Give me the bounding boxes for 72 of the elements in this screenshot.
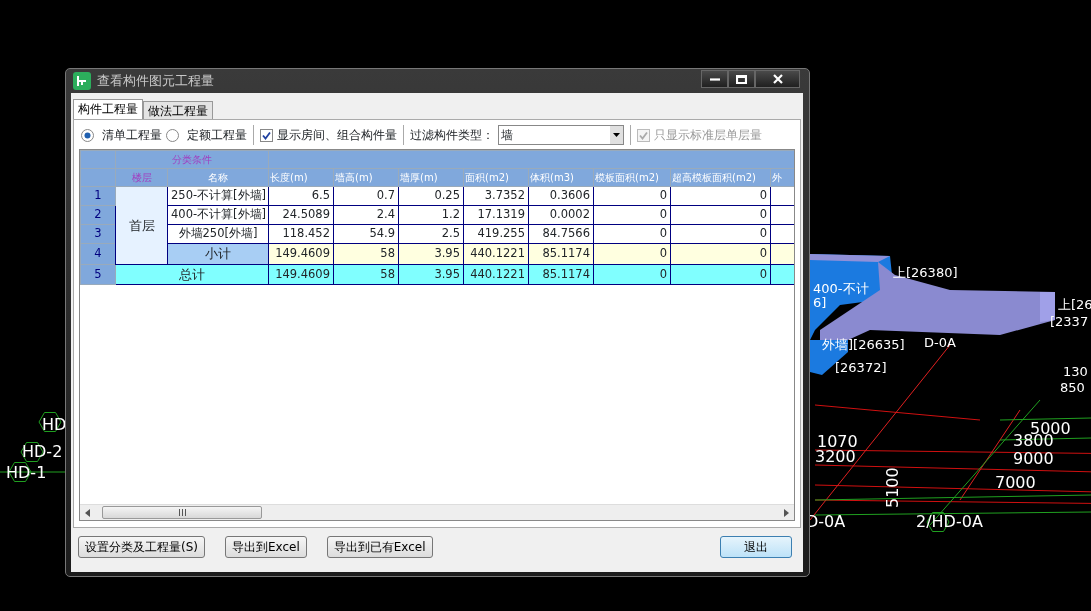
axis-label: 7000 bbox=[995, 473, 1036, 492]
axis-label: 130 bbox=[1063, 364, 1088, 379]
checkbox[interactable] bbox=[260, 128, 273, 142]
dialog-button[interactable]: 退出 bbox=[720, 536, 792, 558]
dialog-button[interactable]: 导出到Excel bbox=[225, 536, 307, 558]
axis-label: [26372] bbox=[835, 360, 887, 375]
axis-label: HD-2 bbox=[22, 442, 63, 461]
table-cell: 2.4 bbox=[333, 205, 399, 225]
grip-icon[interactable] bbox=[177, 509, 187, 516]
table-cell: 0 bbox=[670, 205, 771, 225]
axis-label: 400-不计 bbox=[813, 281, 869, 296]
table-cell: 118.452 bbox=[268, 224, 334, 244]
app-icon bbox=[73, 72, 91, 90]
tab[interactable]: 构件工程量 bbox=[73, 99, 143, 119]
table-cell: 1.2 bbox=[398, 205, 464, 225]
filter-label: 过滤构件类型： bbox=[410, 127, 494, 144]
checkbox-label: 显示房间、组合构件量 bbox=[277, 127, 397, 144]
table-cell: 0 bbox=[593, 186, 671, 206]
maximize-button[interactable] bbox=[728, 70, 755, 88]
table-cell: 0 bbox=[593, 224, 671, 244]
table-cell: 0 bbox=[593, 205, 671, 225]
table-cell: 0.0002 bbox=[528, 205, 594, 225]
minimize-button[interactable] bbox=[701, 70, 728, 88]
radio-label: 清单工程量 bbox=[102, 127, 162, 144]
tab[interactable]: 做法工程量 bbox=[143, 101, 213, 119]
table-cell: 400-不计算[外墙] bbox=[167, 205, 269, 225]
axis-label: HD-1 bbox=[6, 463, 47, 482]
table-cell: 首层 bbox=[115, 186, 168, 264]
window-title: 查看构件图元工程量 bbox=[97, 72, 214, 91]
dialog-button[interactable]: 导出到已有Excel bbox=[326, 536, 433, 558]
axis-label: 6] bbox=[813, 295, 827, 310]
axis-label: D-0A bbox=[924, 335, 956, 350]
table-cell: 17.1319 bbox=[463, 205, 529, 225]
table-cell: 6.5 bbox=[268, 186, 334, 206]
axis-label: 外墙][26635] bbox=[822, 337, 905, 352]
axis-label: 上[26380] bbox=[893, 265, 958, 280]
table-cell: 54.9 bbox=[333, 224, 399, 244]
table-cell: 3.7352 bbox=[463, 186, 529, 206]
table-cell: 0.7 bbox=[333, 186, 399, 206]
table-cell: 84.7566 bbox=[528, 224, 594, 244]
minimize-icon bbox=[709, 77, 720, 81]
table-cell: 0.25 bbox=[398, 186, 464, 206]
axis-label: 上[26 bbox=[1058, 297, 1091, 312]
radio-button[interactable] bbox=[81, 128, 94, 142]
scroll-left-icon[interactable] bbox=[84, 507, 92, 518]
radio-button[interactable] bbox=[166, 128, 179, 142]
table-cell: 0 bbox=[670, 224, 771, 244]
table-cell: 0.3606 bbox=[528, 186, 594, 206]
scroll-right-icon[interactable] bbox=[782, 507, 790, 518]
maximize-icon bbox=[736, 74, 747, 84]
table-cell: 24.5089 bbox=[268, 205, 334, 225]
axis-label: 2/HD-0A bbox=[916, 512, 983, 531]
row-number: 5 bbox=[80, 264, 116, 285]
axis-label: 850 bbox=[1060, 380, 1085, 395]
table-cell: 外墙250[外墙] bbox=[167, 224, 269, 244]
radio-label: 定额工程量 bbox=[187, 127, 247, 144]
table-cell: 250-不计算[外墙] bbox=[167, 186, 269, 206]
close-icon bbox=[772, 74, 783, 84]
table-cell: 419.255 bbox=[463, 224, 529, 244]
table-cell: 2.5 bbox=[398, 224, 464, 244]
dialog-button[interactable]: 设置分类及工程量(S) bbox=[78, 536, 205, 558]
filter-dropdown[interactable]: 墙 bbox=[498, 125, 624, 145]
axis-label: [2337 bbox=[1050, 314, 1089, 329]
table-cell: 0 bbox=[670, 186, 771, 206]
column-header: 分类条件 bbox=[115, 150, 269, 169]
horizontal-scrollbar[interactable] bbox=[80, 504, 794, 520]
axis-label: 9000 bbox=[1013, 449, 1054, 468]
checkbox-label: 只显示标准层单层量 bbox=[654, 127, 762, 144]
axis-label: 5100 bbox=[883, 467, 902, 508]
axis-label: HD bbox=[42, 415, 67, 434]
row-number: 4 bbox=[80, 243, 116, 264]
close-button[interactable] bbox=[755, 70, 800, 88]
